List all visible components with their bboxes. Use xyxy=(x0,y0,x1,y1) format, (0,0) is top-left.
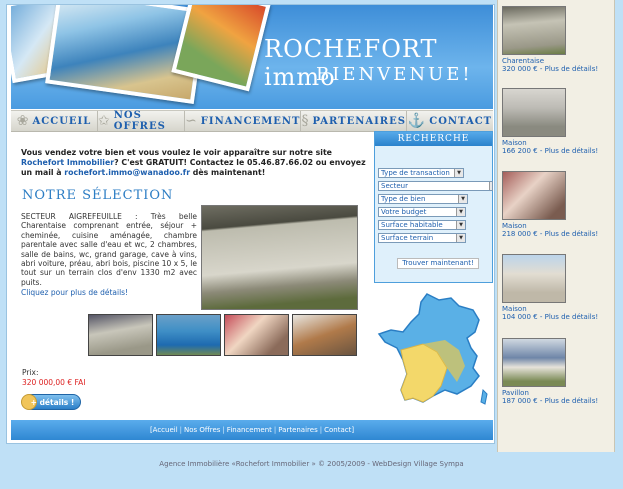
listing-type: Maison xyxy=(502,305,527,313)
living-area-select[interactable]: Surface habitable ▼ xyxy=(378,220,466,230)
footer-link-financement[interactable]: Financement xyxy=(227,426,272,434)
listing-price-link[interactable]: 187 000 € - Plus de détails! xyxy=(502,397,614,405)
footer-link-partenaires[interactable]: Partenaires xyxy=(278,426,317,434)
wave-icon: ∽ xyxy=(185,113,198,129)
listing-item[interactable]: Maison 218 000 € - Plus de détails! xyxy=(502,171,614,238)
intro-text-part: Vous vendez votre bien et vous voulez le… xyxy=(21,148,332,157)
listing-item[interactable]: Pavillon 187 000 € - Plus de détails! xyxy=(502,338,614,405)
select-value: Type de transaction xyxy=(381,169,450,177)
intro-text-part: dès maintenant! xyxy=(190,168,266,177)
listing-photo[interactable] xyxy=(502,88,566,137)
sector-select[interactable]: Secteur xyxy=(378,181,493,191)
listing-item[interactable]: Maison 104 000 € - Plus de détails! xyxy=(502,254,614,321)
select-value: Type de bien xyxy=(381,195,426,203)
separator: | xyxy=(179,426,183,434)
corsica-shape xyxy=(480,388,488,405)
price-label: Prix: xyxy=(22,368,39,377)
separator: | xyxy=(222,426,225,434)
copyright-text: Agence Immobilière «Rochefort Immobilier… xyxy=(159,460,464,468)
footer-link-contact[interactable]: Contact xyxy=(324,426,351,434)
listing-item[interactable]: Charentaise 320 000 € - Plus de détails! xyxy=(502,6,614,73)
anchor-icon: ⚓ xyxy=(407,113,427,129)
search-panel: RECHERCHE Type de transaction ▼ Secteur T… xyxy=(374,131,493,283)
bracket: ] xyxy=(351,426,355,434)
nav-item-contact[interactable]: ⚓ CONTACT xyxy=(407,111,493,131)
search-button[interactable]: Trouver maintenant! xyxy=(397,258,479,269)
listing-photo[interactable] xyxy=(502,6,566,55)
listing-item[interactable]: Maison 166 200 € - Plus de détails! xyxy=(502,88,614,155)
thumbnail-strip xyxy=(88,314,357,356)
chevron-down-icon: ▼ xyxy=(458,195,467,203)
footer-link-accueil[interactable]: Accueil xyxy=(153,426,178,434)
main-nav: ❀ ACCUEIL ✩ NOS OFFRES ∽ FINANCEMENT § PARTE… xyxy=(11,110,493,132)
listing-type: Maison xyxy=(502,222,527,230)
select-value: Secteur xyxy=(381,182,408,190)
listing-photo[interactable] xyxy=(502,254,566,303)
budget-select[interactable]: Votre budget ▼ xyxy=(378,207,466,217)
chevron-down-icon: ▼ xyxy=(454,169,463,177)
nav-label: NOS OFFRES xyxy=(113,110,166,132)
footer-nav: [Accueil | Nos Offres | Financement | Partenai… xyxy=(11,420,493,440)
listing-price-link[interactable]: 104 000 € - Plus de détails! xyxy=(502,313,614,321)
nav-item-partenaires[interactable]: § PARTENAIRES xyxy=(301,111,407,131)
chevron-down-icon: ▼ xyxy=(456,208,465,216)
listing-photo[interactable] xyxy=(502,171,566,220)
property-description: SECTEUR AIGREFEUILLE : Très belle Charen… xyxy=(21,212,197,287)
listings-sidebar: Charentaise 320 000 € - Plus de détails!… xyxy=(497,0,615,452)
more-details-link[interactable]: Cliquez pour plus de détails! xyxy=(21,288,128,297)
nav-label: FINANCEMENT xyxy=(200,115,301,127)
property-thumbnail[interactable] xyxy=(224,314,289,356)
nav-label: CONTACT xyxy=(429,115,493,127)
selection-title: NOTRE SÉLECTION xyxy=(22,188,174,203)
select-value: Surface habitable xyxy=(381,221,443,229)
property-main-photo[interactable] xyxy=(201,205,358,310)
search-title: RECHERCHE xyxy=(375,132,492,146)
separator: | xyxy=(273,426,277,434)
main-panel: ROCHEFORT immo BIENVENUE! ❀ ACCUEIL ✩ NOS … xyxy=(6,4,495,444)
chevron-down-icon xyxy=(489,182,492,190)
brand-link[interactable]: Rochefort Immobilier xyxy=(21,158,114,167)
shell-icon: ❀ xyxy=(16,113,30,129)
listing-type: Maison xyxy=(502,139,527,147)
listing-price-link[interactable]: 320 000 € - Plus de détails! xyxy=(502,65,614,73)
site-header: ROCHEFORT immo BIENVENUE! xyxy=(11,5,493,109)
listing-photo[interactable] xyxy=(502,338,566,387)
land-area-select[interactable]: Surface terrain ▼ xyxy=(378,233,466,243)
property-thumbnail[interactable] xyxy=(88,314,153,356)
chevron-down-icon: ▼ xyxy=(456,234,465,242)
nav-item-financement[interactable]: ∽ FINANCEMENT xyxy=(185,111,302,131)
transaction-type-select[interactable]: Type de transaction ▼ xyxy=(378,168,464,178)
listing-type: Charentaise xyxy=(502,57,545,65)
chevron-down-icon: ▼ xyxy=(456,221,465,229)
email-link[interactable]: rochefort.immo@wanadoo.fr xyxy=(64,168,190,177)
nav-item-accueil[interactable]: ❀ ACCUEIL xyxy=(11,111,99,131)
property-thumbnail[interactable] xyxy=(156,314,221,356)
footer-link-nos-offres[interactable]: Nos Offres xyxy=(184,426,220,434)
nav-item-nos-offres[interactable]: ✩ NOS OFFRES xyxy=(98,110,186,132)
site-subtitle: BIENVENUE! xyxy=(316,64,473,85)
nav-label: ACCUEIL xyxy=(32,115,92,127)
price-value: 320 000,00 € FAI xyxy=(22,378,86,387)
select-value: Votre budget xyxy=(381,208,427,216)
france-map-icon xyxy=(377,293,488,405)
details-button-label: + détails ! xyxy=(30,397,75,407)
listing-type: Pavillon xyxy=(502,389,529,397)
seahorse-icon: § xyxy=(301,113,310,129)
select-value: Surface terrain xyxy=(381,234,434,242)
separator: | xyxy=(319,426,323,434)
listing-price-link[interactable]: 218 000 € - Plus de détails! xyxy=(502,230,614,238)
details-button[interactable]: + détails ! xyxy=(21,394,81,410)
listing-price-link[interactable]: 166 200 € - Plus de détails! xyxy=(502,147,614,155)
property-type-select[interactable]: Type de bien ▼ xyxy=(378,194,468,204)
intro-text: Vous vendez votre bien et vous voulez le… xyxy=(21,148,369,178)
nav-label: PARTENAIRES xyxy=(312,115,406,127)
property-thumbnail[interactable] xyxy=(292,314,357,356)
star-icon: ✩ xyxy=(98,113,111,129)
